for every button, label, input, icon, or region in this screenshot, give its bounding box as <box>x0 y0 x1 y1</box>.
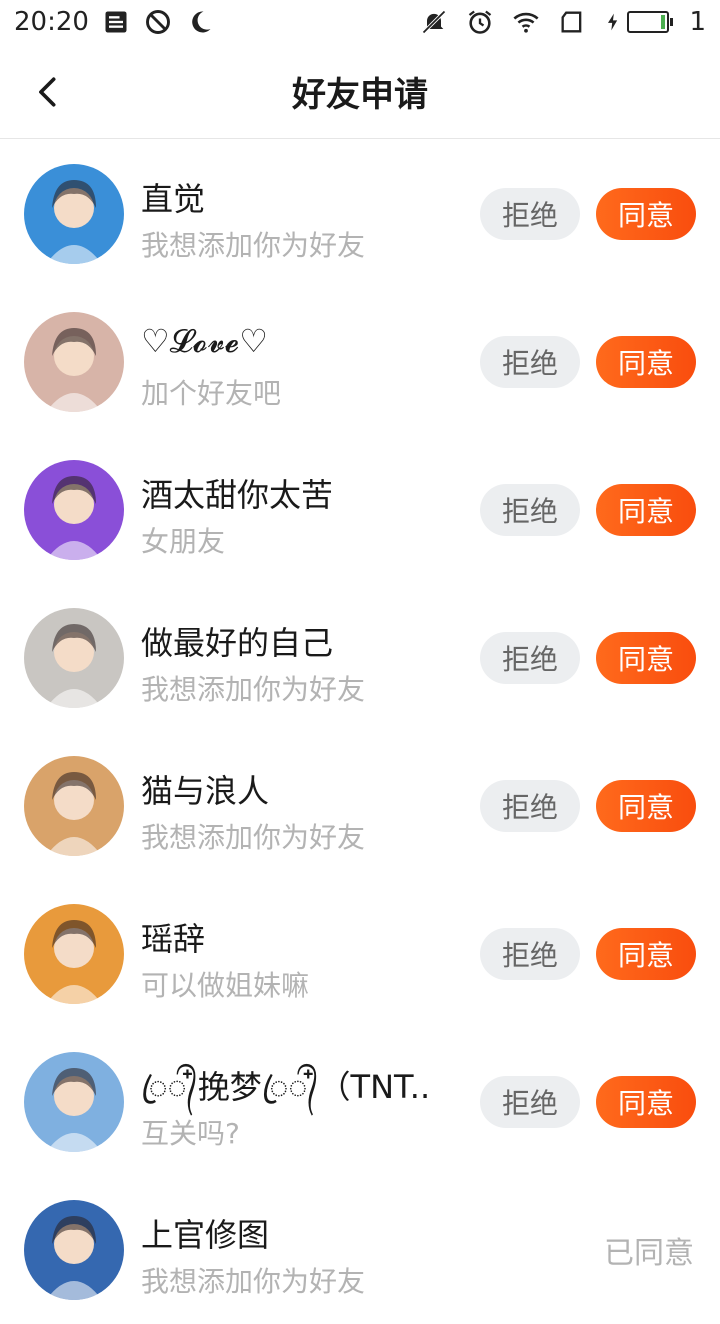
accept-button[interactable]: 同意 <box>596 928 696 980</box>
moon-icon <box>185 7 215 37</box>
reject-button[interactable]: 拒绝 <box>480 1076 580 1128</box>
friend-request-row[interactable]: 猫与浪人我想添加你为好友 拒绝 同意 <box>0 732 720 880</box>
request-message: 女朋友 <box>141 525 226 558</box>
battery-level: 1 <box>689 7 706 37</box>
friend-request-row[interactable]: ꦿ᭄໋挽梦ꦿ᭄໋（TNT.. 互关吗? 拒绝 同意 <box>0 1028 720 1176</box>
sim-icon <box>557 7 587 37</box>
friend-request-row[interactable]: 做最好的自己我想添加你为好友 拒绝 同意 <box>0 584 720 732</box>
request-message: 我想添加你为好友 <box>141 1265 366 1298</box>
reject-button[interactable]: 拒绝 <box>480 188 580 240</box>
request-message: 可以做姐妹嘛 <box>141 969 310 1002</box>
clock: 20:20 <box>14 7 89 37</box>
avatar[interactable] <box>24 164 124 264</box>
header: 好友申请 <box>0 44 720 139</box>
accept-button[interactable]: 同意 <box>596 780 696 832</box>
request-message: 互关吗? <box>141 1117 240 1150</box>
reject-button[interactable]: 拒绝 <box>480 336 580 388</box>
accept-button[interactable]: 同意 <box>596 1076 696 1128</box>
requester-name: 上官修图 <box>141 1216 270 1254</box>
friend-request-row[interactable]: ♡𝓛𝓸𝓿𝓮♡ 加个好友吧 拒绝 同意 <box>0 288 720 436</box>
request-message: 我想添加你为好友 <box>141 673 366 706</box>
request-message: 加个好友吧 <box>141 377 282 410</box>
avatar[interactable] <box>24 904 124 1004</box>
avatar[interactable] <box>24 1200 124 1300</box>
accepted-status: 已同意 <box>604 1236 694 1271</box>
status-bar: 20:20 1 <box>0 0 720 44</box>
requester-name: 瑶辞 <box>141 920 206 958</box>
friend-request-row[interactable]: 瑶辞可以做姐妹嘛 拒绝 同意 <box>0 880 720 1028</box>
notification-icon <box>101 7 131 37</box>
reject-button[interactable]: 拒绝 <box>480 928 580 980</box>
accept-button[interactable]: 同意 <box>596 188 696 240</box>
battery-icon <box>603 10 674 34</box>
friend-request-row[interactable]: 直觉我想添加你为好友 拒绝 同意 <box>0 140 720 288</box>
back-button[interactable] <box>22 66 74 118</box>
requester-name: 酒太甜你太苦 <box>141 476 334 514</box>
reject-button[interactable]: 拒绝 <box>480 484 580 536</box>
accept-button[interactable]: 同意 <box>596 336 696 388</box>
avatar[interactable] <box>24 460 124 560</box>
avatar[interactable] <box>24 1052 124 1152</box>
requester-name: 直觉 <box>141 180 206 218</box>
status-left: 20:20 <box>14 7 215 37</box>
accept-button[interactable]: 同意 <box>596 484 696 536</box>
avatar[interactable] <box>24 608 124 708</box>
requester-name: ♡𝓛𝓸𝓿𝓮♡ <box>141 322 268 360</box>
friend-request-list: 直觉 我想添加你为好友 拒绝 同意 ♡𝓛𝓸𝓿𝓮♡ 加个好友吧 拒绝 同意 酒太甜你太苦 女朋友 拒绝… <box>0 140 720 1324</box>
friend-request-row[interactable]: 酒太甜你太苦女朋友 拒绝 同意 <box>0 436 720 584</box>
reject-button[interactable]: 拒绝 <box>480 632 580 684</box>
request-message: 我想添加你为好友 <box>141 821 366 854</box>
wifi-icon <box>511 7 541 37</box>
alarm-icon <box>465 7 495 37</box>
status-right: 1 <box>419 7 706 37</box>
friend-request-row[interactable]: 上官修图我想添加你为好友 已同意 <box>0 1176 720 1324</box>
requester-name: 猫与浪人 <box>141 772 270 810</box>
reject-button[interactable]: 拒绝 <box>480 780 580 832</box>
requester-name: 做最好的自己 <box>141 624 334 662</box>
page-title: 好友申请 <box>292 75 428 115</box>
block-icon <box>143 7 173 37</box>
mute-bell-icon <box>419 7 449 37</box>
accept-button[interactable]: 同意 <box>596 632 696 684</box>
avatar[interactable] <box>24 756 124 856</box>
request-message: 我想添加你为好友 <box>141 229 366 262</box>
chevron-left-icon <box>39 77 56 107</box>
avatar[interactable] <box>24 312 124 412</box>
